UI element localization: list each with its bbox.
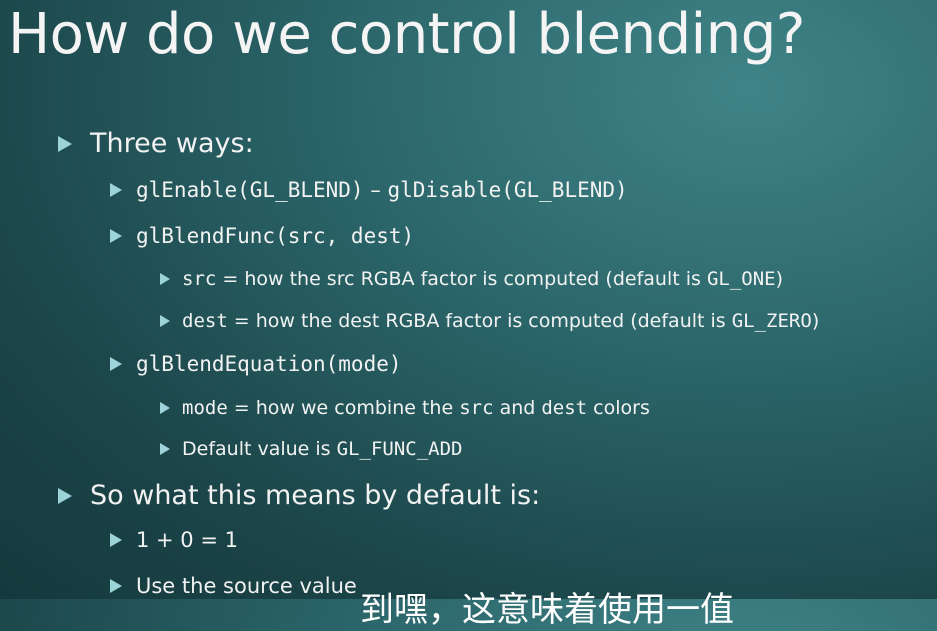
bullet-text: So what this means by default is: bbox=[90, 480, 541, 511]
bullet-use-source: Use the source value bbox=[110, 574, 357, 598]
bullet-equation: 1 + 0 = 1 bbox=[110, 528, 238, 552]
separator: – bbox=[363, 178, 388, 202]
bullet-arrow-icon bbox=[110, 533, 122, 547]
src-desc: = how the src RGBA factor is computed (d… bbox=[216, 268, 707, 290]
default-text: Default value is bbox=[182, 438, 337, 460]
bullet-by-default: So what this means by default is: bbox=[58, 480, 540, 511]
slide-title: How do we control blending? bbox=[8, 2, 805, 67]
code-gl-zero: GL_ZERO bbox=[731, 310, 812, 332]
code-gl-func-add: GL_FUNC_ADD bbox=[336, 438, 463, 460]
bullet-three-ways: Three ways: bbox=[58, 128, 254, 159]
bullet-glblendfunc: glBlendFunc(src, dest) bbox=[110, 224, 414, 248]
bullet-arrow-icon bbox=[110, 579, 122, 593]
code-src-inline: src bbox=[459, 397, 494, 419]
colors-text: colors bbox=[587, 397, 650, 419]
bullet-arrow-icon bbox=[160, 315, 170, 327]
code-gl-one: GL_ONE bbox=[706, 268, 776, 290]
paren: ) bbox=[775, 268, 783, 290]
code-mode: mode bbox=[182, 397, 228, 419]
bullet-glenable: glEnable(GL_BLEND) – glDisable(GL_BLEND) bbox=[110, 178, 628, 202]
bullet-arrow-icon bbox=[58, 135, 72, 152]
bullet-glblendequation: glBlendEquation(mode) bbox=[110, 352, 402, 376]
bullet-mode: mode = how we combine the src and dest c… bbox=[160, 397, 650, 419]
code-glblendfunc: glBlendFunc(src, dest) bbox=[136, 224, 415, 248]
bullet-default-value: Default value is GL_FUNC_ADD bbox=[160, 438, 462, 460]
and-text: and bbox=[493, 397, 542, 419]
use-source-text: Use the source value bbox=[136, 574, 357, 598]
bullet-arrow-icon bbox=[160, 273, 170, 285]
dest-desc: = how the dest RGBA factor is computed (… bbox=[227, 310, 732, 332]
mode-desc: = how we combine the bbox=[227, 397, 460, 419]
bullet-arrow-icon bbox=[58, 487, 72, 504]
code-src: src bbox=[182, 268, 217, 290]
bullet-dest: dest = how the dest RGBA factor is compu… bbox=[160, 310, 819, 332]
paren: ) bbox=[811, 310, 820, 332]
bullet-text: Three ways: bbox=[90, 128, 254, 159]
video-subtitle: 到嘿，这意味着使用一值 bbox=[360, 590, 734, 630]
bullet-src: src = how the src RGBA factor is compute… bbox=[160, 268, 783, 290]
bullet-arrow-icon bbox=[110, 357, 122, 371]
bullet-arrow-icon bbox=[110, 183, 122, 197]
bullet-arrow-icon bbox=[160, 402, 170, 414]
code-dest: dest bbox=[182, 310, 228, 332]
code-glblendequation: glBlendEquation(mode) bbox=[136, 352, 402, 376]
code-dest-inline: dest bbox=[541, 397, 588, 419]
equation-text: 1 + 0 = 1 bbox=[136, 528, 238, 552]
bullet-arrow-icon bbox=[160, 443, 170, 455]
code-glenable: glEnable(GL_BLEND) bbox=[136, 178, 364, 202]
bullet-arrow-icon bbox=[110, 229, 122, 243]
code-gldisable: glDisable(GL_BLEND) bbox=[387, 178, 628, 202]
